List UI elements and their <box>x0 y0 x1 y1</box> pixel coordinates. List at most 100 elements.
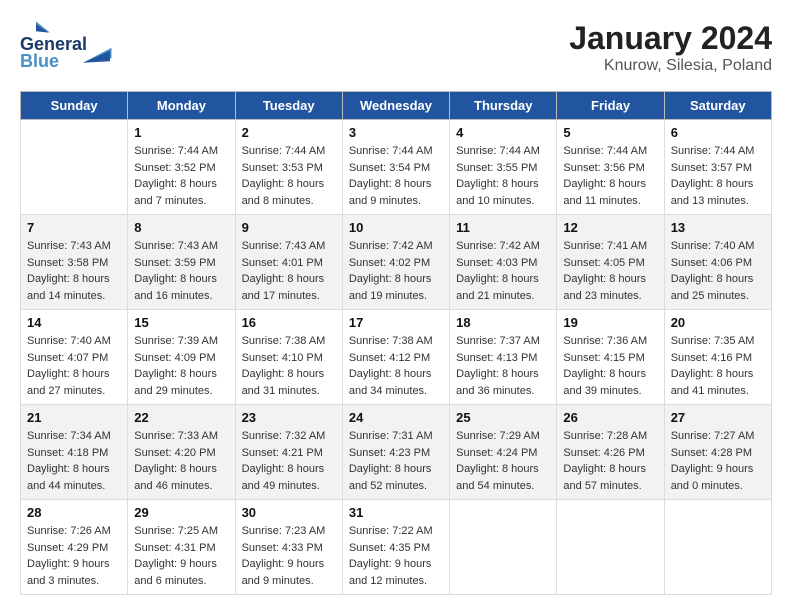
weekday-header-monday: Monday <box>128 92 235 120</box>
day-number: 8 <box>134 220 228 235</box>
calendar-cell: 4Sunrise: 7:44 AM Sunset: 3:55 PM Daylig… <box>450 120 557 215</box>
logo-wing-large <box>83 38 113 68</box>
weekday-header-thursday: Thursday <box>450 92 557 120</box>
day-number: 23 <box>242 410 336 425</box>
day-number: 20 <box>671 315 765 330</box>
day-detail: Sunrise: 7:42 AM Sunset: 4:02 PM Dayligh… <box>349 238 443 304</box>
day-detail: Sunrise: 7:33 AM Sunset: 4:20 PM Dayligh… <box>134 428 228 494</box>
day-detail: Sunrise: 7:44 AM Sunset: 3:57 PM Dayligh… <box>671 143 765 209</box>
day-number: 24 <box>349 410 443 425</box>
day-number: 6 <box>671 125 765 140</box>
day-number: 12 <box>563 220 657 235</box>
calendar-cell: 2 Sunrise: 7:44 AM Sunset: 3:53 PM Daylig… <box>235 120 342 215</box>
day-number: 14 <box>27 315 121 330</box>
calendar-cell <box>664 500 771 595</box>
calendar-table: SundayMondayTuesdayWednesdayThursdayFrid… <box>20 91 772 595</box>
weekday-header-wednesday: Wednesday <box>342 92 449 120</box>
day-number: 26 <box>563 410 657 425</box>
day-detail: Sunrise: 7:43 AM Sunset: 3:59 PM Dayligh… <box>134 238 228 304</box>
day-number: 3 <box>349 125 443 140</box>
day-number: 15 <box>134 315 228 330</box>
calendar-cell: 19 Sunrise: 7:36 AM Sunset: 4:15 PM Dayli… <box>557 310 664 405</box>
day-number: 2 <box>242 125 336 140</box>
weekday-header-row: SundayMondayTuesdayWednesdayThursdayFrid… <box>21 92 772 120</box>
day-detail: Sunrise: 7:27 AM Sunset: 4:28 PM Dayligh… <box>671 428 765 494</box>
calendar-cell: 23Sunrise: 7:32 AM Sunset: 4:21 PM Dayli… <box>235 405 342 500</box>
week-row-1: 1 Sunrise: 7:44 AM Sunset: 3:52 PM Daylig… <box>21 120 772 215</box>
day-detail: Sunrise: 7:44 AM Sunset: 3:56 PM Dayligh… <box>563 143 657 209</box>
calendar-cell: 6 Sunrise: 7:44 AM Sunset: 3:57 PM Daylig… <box>664 120 771 215</box>
day-detail: Sunrise: 7:36 AM Sunset: 4:15 PM Dayligh… <box>563 333 657 399</box>
day-detail: Sunrise: 7:25 AM Sunset: 4:31 PM Dayligh… <box>134 523 228 589</box>
day-detail: Sunrise: 7:44 AM Sunset: 3:54 PM Dayligh… <box>349 143 443 209</box>
calendar-cell: 8 Sunrise: 7:43 AM Sunset: 3:59 PM Daylig… <box>128 215 235 310</box>
calendar-cell: 27 Sunrise: 7:27 AM Sunset: 4:28 PM Dayli… <box>664 405 771 500</box>
day-number: 5 <box>563 125 657 140</box>
day-detail: Sunrise: 7:41 AM Sunset: 4:05 PM Dayligh… <box>563 238 657 304</box>
calendar-cell <box>450 500 557 595</box>
weekday-header-friday: Friday <box>557 92 664 120</box>
day-detail: Sunrise: 7:29 AM Sunset: 4:24 PM Dayligh… <box>456 428 550 494</box>
title-block: January 2024 Knurow, Silesia, Poland <box>569 20 772 75</box>
day-number: 19 <box>563 315 657 330</box>
calendar-cell: 16 Sunrise: 7:38 AM Sunset: 4:10 PM Dayli… <box>235 310 342 405</box>
calendar-cell <box>21 120 128 215</box>
day-number: 18 <box>456 315 550 330</box>
day-detail: Sunrise: 7:44 AM Sunset: 3:52 PM Dayligh… <box>134 143 228 209</box>
day-detail: Sunrise: 7:43 AM Sunset: 3:58 PM Dayligh… <box>27 238 121 304</box>
calendar-cell: 31Sunrise: 7:22 AM Sunset: 4:35 PM Dayli… <box>342 500 449 595</box>
day-detail: Sunrise: 7:38 AM Sunset: 4:12 PM Dayligh… <box>349 333 443 399</box>
weekday-header-saturday: Saturday <box>664 92 771 120</box>
day-number: 10 <box>349 220 443 235</box>
calendar-cell: 22Sunrise: 7:33 AM Sunset: 4:20 PM Dayli… <box>128 405 235 500</box>
day-number: 21 <box>27 410 121 425</box>
day-detail: Sunrise: 7:23 AM Sunset: 4:33 PM Dayligh… <box>242 523 336 589</box>
day-number: 30 <box>242 505 336 520</box>
day-detail: Sunrise: 7:39 AM Sunset: 4:09 PM Dayligh… <box>134 333 228 399</box>
calendar-cell: 24 Sunrise: 7:31 AM Sunset: 4:23 PM Dayli… <box>342 405 449 500</box>
day-detail: Sunrise: 7:31 AM Sunset: 4:23 PM Dayligh… <box>349 428 443 494</box>
calendar-cell: 3 Sunrise: 7:44 AM Sunset: 3:54 PM Daylig… <box>342 120 449 215</box>
weekday-header-sunday: Sunday <box>21 92 128 120</box>
calendar-cell: 13Sunrise: 7:40 AM Sunset: 4:06 PM Dayli… <box>664 215 771 310</box>
day-number: 1 <box>134 125 228 140</box>
week-row-3: 14Sunrise: 7:40 AM Sunset: 4:07 PM Dayli… <box>21 310 772 405</box>
calendar-cell: 15 Sunrise: 7:39 AM Sunset: 4:09 PM Dayli… <box>128 310 235 405</box>
calendar-cell: 5 Sunrise: 7:44 AM Sunset: 3:56 PM Daylig… <box>557 120 664 215</box>
day-number: 31 <box>349 505 443 520</box>
calendar-cell: 10 Sunrise: 7:42 AM Sunset: 4:02 PM Dayli… <box>342 215 449 310</box>
day-detail: Sunrise: 7:38 AM Sunset: 4:10 PM Dayligh… <box>242 333 336 399</box>
day-number: 16 <box>242 315 336 330</box>
calendar-cell: 29 Sunrise: 7:25 AM Sunset: 4:31 PM Dayli… <box>128 500 235 595</box>
calendar-cell: 12 Sunrise: 7:41 AM Sunset: 4:05 PM Dayli… <box>557 215 664 310</box>
day-number: 4 <box>456 125 550 140</box>
day-detail: Sunrise: 7:40 AM Sunset: 4:06 PM Dayligh… <box>671 238 765 304</box>
calendar-cell: 18 Sunrise: 7:37 AM Sunset: 4:13 PM Dayli… <box>450 310 557 405</box>
day-number: 11 <box>456 220 550 235</box>
day-detail: Sunrise: 7:44 AM Sunset: 3:53 PM Dayligh… <box>242 143 336 209</box>
calendar-cell: 17 Sunrise: 7:38 AM Sunset: 4:12 PM Dayli… <box>342 310 449 405</box>
calendar-cell: 20 Sunrise: 7:35 AM Sunset: 4:16 PM Dayli… <box>664 310 771 405</box>
day-detail: Sunrise: 7:35 AM Sunset: 4:16 PM Dayligh… <box>671 333 765 399</box>
calendar-cell: 14Sunrise: 7:40 AM Sunset: 4:07 PM Dayli… <box>21 310 128 405</box>
day-detail: Sunrise: 7:37 AM Sunset: 4:13 PM Dayligh… <box>456 333 550 399</box>
week-row-4: 21 Sunrise: 7:34 AM Sunset: 4:18 PM Dayli… <box>21 405 772 500</box>
calendar-cell: 7Sunrise: 7:43 AM Sunset: 3:58 PM Daylig… <box>21 215 128 310</box>
day-number: 9 <box>242 220 336 235</box>
day-number: 25 <box>456 410 550 425</box>
day-detail: Sunrise: 7:28 AM Sunset: 4:26 PM Dayligh… <box>563 428 657 494</box>
day-detail: Sunrise: 7:34 AM Sunset: 4:18 PM Dayligh… <box>27 428 121 494</box>
day-number: 17 <box>349 315 443 330</box>
day-detail: Sunrise: 7:42 AM Sunset: 4:03 PM Dayligh… <box>456 238 550 304</box>
day-detail: Sunrise: 7:26 AM Sunset: 4:29 PM Dayligh… <box>27 523 121 589</box>
day-number: 29 <box>134 505 228 520</box>
page-subtitle: Knurow, Silesia, Poland <box>569 57 772 75</box>
day-number: 27 <box>671 410 765 425</box>
page-title: January 2024 <box>569 20 772 57</box>
day-number: 28 <box>27 505 121 520</box>
logo: General Blue <box>20 20 113 72</box>
calendar-cell: 30 Sunrise: 7:23 AM Sunset: 4:33 PM Dayli… <box>235 500 342 595</box>
calendar-cell: 11 Sunrise: 7:42 AM Sunset: 4:03 PM Dayli… <box>450 215 557 310</box>
calendar-cell: 28 Sunrise: 7:26 AM Sunset: 4:29 PM Dayli… <box>21 500 128 595</box>
calendar-cell: 21 Sunrise: 7:34 AM Sunset: 4:18 PM Dayli… <box>21 405 128 500</box>
